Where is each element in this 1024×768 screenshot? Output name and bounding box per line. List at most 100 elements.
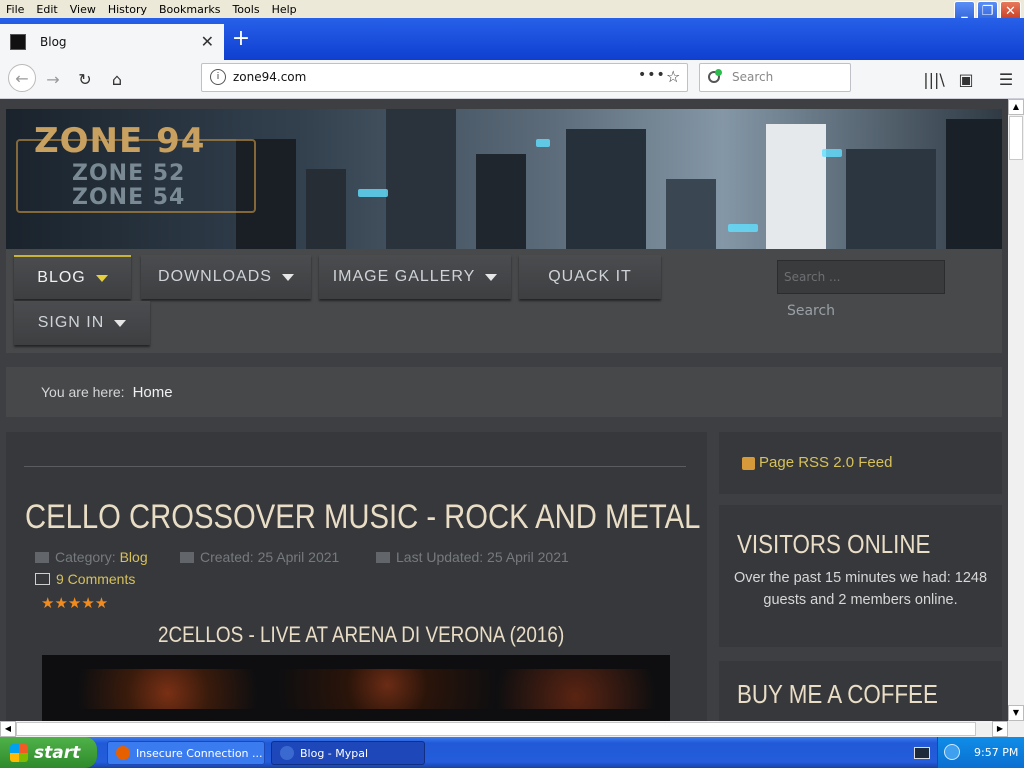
building-shape: [946, 119, 1002, 249]
system-tray: 9:57 PM: [937, 737, 1024, 768]
taskbar-item-insecure[interactable]: Insecure Connection ...: [107, 741, 265, 765]
site-banner: ZONE 94 ZONE 52 ZONE 54: [6, 109, 1002, 249]
info-icon[interactable]: i: [210, 69, 226, 85]
favicon-icon: [10, 34, 26, 50]
taskbar: start Insecure Connection ... Blog - Myp…: [0, 737, 1024, 768]
scrollbar-corner: [1008, 721, 1024, 737]
meta-comments[interactable]: 9 Comments: [35, 571, 135, 587]
new-tab-button[interactable]: +: [230, 28, 252, 50]
caret-down-icon: [114, 319, 127, 327]
site-search-button[interactable]: Search: [777, 295, 845, 327]
nav-downloads[interactable]: DOWNLOADS: [141, 255, 311, 299]
building-shape: [666, 179, 716, 249]
video-embed[interactable]: [42, 655, 670, 721]
menu-view[interactable]: View: [64, 3, 102, 16]
category-link[interactable]: Blog: [120, 549, 148, 565]
search-engine-icon: [708, 69, 722, 83]
created-text: Created: 25 April 2021: [200, 549, 340, 565]
building-shape: [566, 129, 646, 249]
updated-text: Last Updated: 25 April 2021: [396, 549, 569, 565]
home-icon[interactable]: ⌂: [106, 68, 128, 90]
article-title[interactable]: CELLO CROSSOVER MUSIC - ROCK AND METAL: [25, 498, 700, 537]
url-text[interactable]: zone94.com: [233, 70, 306, 84]
reload-icon[interactable]: ↻: [74, 68, 96, 90]
folder-icon: [35, 552, 49, 563]
bookmark-star-icon[interactable]: ☆: [666, 67, 680, 86]
scroll-right-icon[interactable]: ▶: [992, 721, 1008, 737]
category-label: Category:: [55, 549, 116, 565]
comments-link[interactable]: 9 Comments: [56, 571, 135, 587]
divider: [24, 466, 686, 467]
nav-downloads-label: DOWNLOADS: [158, 268, 272, 285]
rss-link[interactable]: Page RSS 2.0 Feed: [759, 454, 892, 471]
search-placeholder: Search: [732, 70, 774, 84]
site-nav: BLOG DOWNLOADS IMAGE GALLERY QUACK IT SI…: [6, 249, 1002, 353]
scroll-up-icon[interactable]: ▲: [1008, 99, 1024, 115]
clock[interactable]: 9:57 PM: [974, 746, 1018, 759]
nav-signin-label: SIGN IN: [37, 314, 105, 331]
vertical-scrollbar[interactable]: ▲ ▼: [1008, 99, 1024, 721]
article: CELLO CROSSOVER MUSIC - ROCK AND METAL C…: [6, 432, 707, 721]
back-arrow-icon[interactable]: ←: [8, 64, 36, 92]
meta-created: Created: 25 April 2021: [180, 549, 339, 565]
menu-tools[interactable]: Tools: [226, 3, 265, 16]
tab-blog[interactable]: Blog ✕: [0, 24, 224, 60]
breadcrumb-label: You are here:: [41, 384, 125, 400]
keyboard-icon[interactable]: [914, 747, 930, 759]
nav-image-gallery[interactable]: IMAGE GALLERY: [319, 255, 511, 299]
library-icon[interactable]: |||\: [923, 68, 945, 90]
nav-quack-label: QUACK IT: [548, 268, 632, 285]
menu-file[interactable]: File: [0, 3, 30, 16]
scroll-left-icon[interactable]: ◀: [0, 721, 16, 737]
start-label: start: [34, 742, 81, 763]
menu-help[interactable]: Help: [266, 3, 303, 16]
forward-arrow-icon[interactable]: →: [42, 68, 64, 90]
taskbar-item-blog[interactable]: Blog - Mypal: [271, 741, 425, 765]
visitors-title: VISITORS ONLINE: [737, 529, 931, 559]
url-bar[interactable]: i zone94.com ••• ☆: [201, 63, 688, 92]
page-actions-icon[interactable]: •••: [638, 67, 666, 83]
meta-category: Category: Blog: [35, 549, 148, 565]
horizontal-scrollbar[interactable]: ◀ ▶: [0, 721, 1008, 737]
breadcrumb-home[interactable]: Home: [133, 384, 173, 401]
nav-sign-in[interactable]: SIGN IN: [14, 301, 150, 345]
site-logo[interactable]: ZONE 94: [34, 121, 205, 161]
banner-light: [822, 149, 842, 157]
tray-expand-icon[interactable]: [944, 744, 960, 760]
tab-title: Blog: [40, 35, 67, 49]
navigation-toolbar: ← → ↻ ⌂ i zone94.com ••• ☆ Search |||\ ▣…: [0, 60, 1024, 99]
page-viewport: ZONE 94 ZONE 52 ZONE 54 BLOG DOWNLOADS I…: [0, 99, 1008, 721]
nav-gallery-label: IMAGE GALLERY: [332, 268, 476, 285]
hamburger-menu-icon[interactable]: ☰: [995, 68, 1017, 90]
site-search-input[interactable]: Search ...: [777, 260, 945, 294]
banner-light: [358, 189, 388, 197]
menu-history[interactable]: History: [102, 3, 153, 16]
close-tab-icon[interactable]: ✕: [201, 32, 214, 51]
menu-edit[interactable]: Edit: [30, 3, 63, 16]
start-button[interactable]: start: [0, 737, 97, 768]
building-shape: [766, 124, 826, 249]
coffee-module: BUY ME A COFFEE: [719, 661, 1002, 721]
caret-down-icon: [95, 274, 108, 282]
browser-icon: [116, 746, 130, 760]
comment-icon: [35, 573, 50, 585]
nav-quack-it[interactable]: QUACK IT: [519, 255, 661, 299]
video-title: 2CELLOS - LIVE AT ARENA DI VERONA (2016): [158, 622, 565, 647]
sidebar-icon[interactable]: ▣: [955, 68, 977, 90]
scroll-thumb[interactable]: [16, 722, 976, 736]
browser-search-input[interactable]: Search: [699, 63, 851, 92]
building-shape: [846, 149, 936, 249]
scroll-thumb[interactable]: [1009, 116, 1023, 160]
menu-bar: File Edit View History Bookmarks Tools H…: [0, 0, 1024, 18]
coffee-title: BUY ME A COFFEE: [737, 679, 938, 709]
tab-strip: Blog ✕ +: [0, 18, 1024, 60]
rating-stars[interactable]: ★★★★★: [41, 594, 108, 612]
calendar-icon: [180, 552, 194, 563]
caret-down-icon: [281, 273, 294, 281]
scroll-down-icon[interactable]: ▼: [1008, 705, 1024, 721]
building-shape: [306, 169, 346, 249]
rss-icon: [742, 457, 755, 470]
menu-bookmarks[interactable]: Bookmarks: [153, 3, 226, 16]
nav-blog[interactable]: BLOG: [14, 255, 131, 299]
windows-logo-icon: [10, 743, 28, 762]
